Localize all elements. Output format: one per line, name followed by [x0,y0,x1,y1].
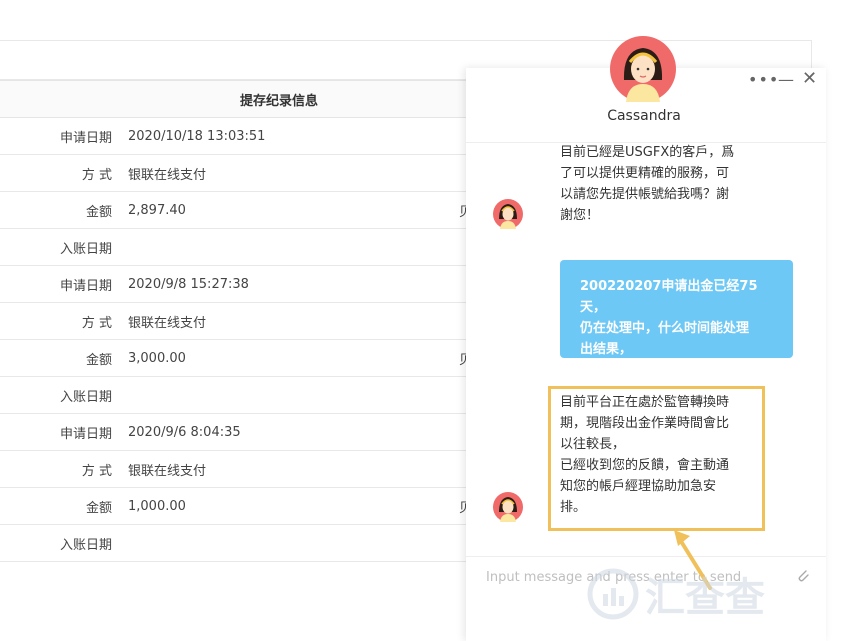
message-line: 目前平台正在處於監管轉換時 [560,395,730,410]
deposit-withdraw-records-table: 提存纪录信息 申请日期 2020/10/18 13:03:51 方 式银联在线支付金… [0,80,472,562]
row-label: 金额 [85,204,112,220]
message-line: 以請您先提供帳號給我嗎？謝 [560,187,730,202]
close-button[interactable]: ✕ [802,68,817,89]
attachment-icon[interactable] [794,567,812,585]
agent-message-avatar [493,492,523,522]
row-label: 金额 [85,500,112,516]
row-label: 方 式 [81,167,112,183]
message-line: 仍在处理中，什么时间能处理 [580,321,750,336]
message-line: 排。 [560,500,587,515]
row-value: 2020/9/6 8:04:35 [128,424,241,440]
message-line: 出结果， [580,342,633,357]
message-line: 目前已經是USGFX的客戶，爲 [560,145,735,160]
row-label: 申请日期 [59,426,112,442]
row-label: 方 式 [81,463,112,479]
row-value: 2020/9/8 15:27:38 [128,276,249,292]
row-value: 2,897.40 [128,202,186,218]
table-row: 申请日期 2020/9/8 15:27:38 [0,266,470,303]
table-row: 金额3,000.00贝 [0,340,472,377]
row-value: 1,000.00 [128,498,186,514]
row-label: 申请日期 [59,278,112,294]
table-header: 提存纪录信息 [0,80,470,118]
agent-message: 目前已經是USGFX的客戶，爲 了可以提供更精確的服務，可 以請您先提供帳號給我… [560,142,770,226]
table-row: 入账日期 [0,377,470,414]
agent-message-avatar [493,199,523,229]
row-label: 入账日期 [59,241,112,257]
table-row: 申请日期 2020/9/6 8:04:35 [0,414,470,451]
table-row: 申请日期 2020/10/18 13:03:51 [0,118,470,155]
table-row: 方 式银联在线支付 [0,155,470,192]
table-row: 方 式银联在线支付 [0,303,470,340]
agent-avatar [610,36,676,102]
message-line: 已經收到您的反饋，會主動通 [560,458,730,473]
watermark-logo-icon [587,568,639,620]
agent-message: 目前平台正在處於監管轉換時 期，現階段出金作業時間會比 以往較長， 已經收到您的… [560,392,760,518]
row-label: 入账日期 [59,537,112,553]
row-label: 金额 [85,352,112,368]
message-line: 期，現階段出金作業時間會比 [560,416,730,431]
more-options-button[interactable]: ••• [748,70,779,89]
row-value: 银联在线支付 [128,463,207,479]
user-message-bubble: 200220207申请出金已经75天， 仍在处理中，什么时间能处理 出结果， [560,260,793,358]
row-label: 入账日期 [59,389,112,405]
row-value: 银联在线支付 [128,315,207,331]
watermark-text: 汇查查 [645,575,765,621]
row-value: 银联在线支付 [128,167,207,183]
row-value: 3,000.00 [128,350,186,366]
message-line: 了可以提供更精確的服務，可 [560,166,730,181]
minimize-button[interactable]: — [778,70,794,89]
table-row: 方 式银联在线支付 [0,451,470,488]
table-row: 金额1,000.00贝 [0,488,472,525]
chat-header: Cassandra ••• — ✕ [466,36,826,143]
row-label: 方 式 [81,315,112,331]
row-value: 2020/10/18 13:03:51 [128,128,266,144]
table-row: 金额2,897.40贝 [0,192,472,229]
agent-name: Cassandra [607,108,681,124]
table-title: 提存纪录信息 [240,93,319,109]
message-line: 謝您！ [560,208,600,223]
table-row: 入账日期 [0,525,470,562]
message-line: 以往較長， [560,437,626,452]
message-line: 知您的帳戶經理協助加急安 [560,479,717,494]
table-row: 入账日期 [0,229,470,266]
watermark: 汇查查 [585,565,765,623]
message-line: 200220207申请出金已经75天， [580,279,758,315]
chat-widget: Cassandra ••• — ✕ 目前已經是USGFX的客戶，爲 了可以提供更… [466,36,826,641]
row-label: 申请日期 [59,130,112,146]
